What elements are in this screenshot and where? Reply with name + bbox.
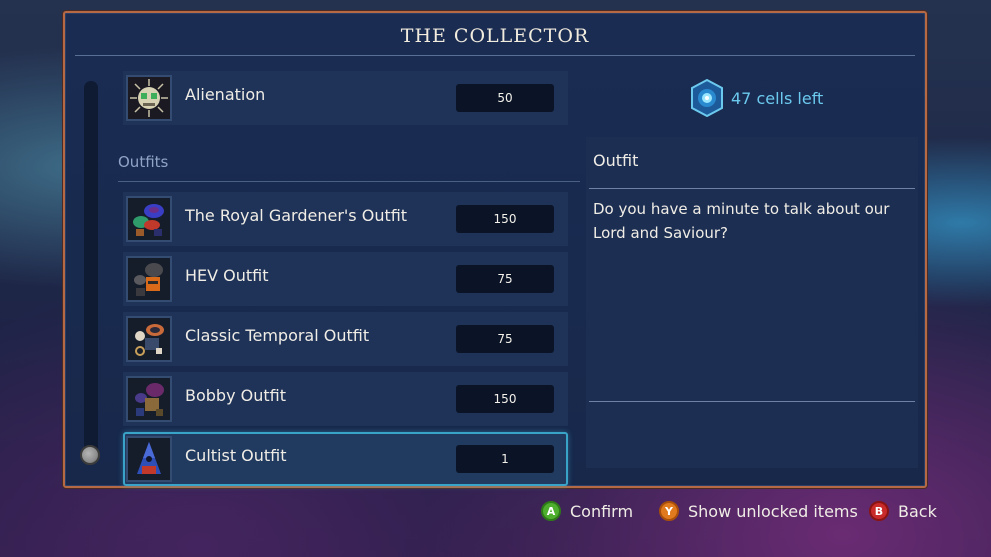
details-divider-top: [589, 188, 915, 189]
show-unlocked-hint[interactable]: Y Show unlocked items: [659, 499, 858, 523]
list-item-hev-outfit[interactable]: HEV Outfit 75: [123, 252, 568, 306]
list-item-alienation[interactable]: Alienation 50: [123, 71, 568, 125]
title-divider: [75, 55, 915, 56]
item-price: 75: [456, 265, 554, 293]
item-label: HEV Outfit: [185, 266, 269, 285]
window-title: THE COLLECTOR: [400, 25, 590, 47]
item-price: 75: [456, 325, 554, 353]
item-label: Classic Temporal Outfit: [185, 326, 370, 345]
item-price: 1: [456, 445, 554, 473]
details-divider-bottom: [589, 401, 915, 402]
item-price: 50: [456, 84, 554, 112]
section-header-outfits: Outfits: [118, 153, 580, 182]
scrollbar-thumb[interactable]: [80, 445, 100, 465]
cells-left-text: 47 cells left: [731, 89, 824, 108]
show-unlocked-label: Show unlocked items: [688, 501, 858, 521]
details-header: Outfit: [593, 151, 639, 170]
list-item-royal-gardener-outfit[interactable]: The Royal Gardener's Outfit 150: [123, 192, 568, 246]
classic-temporal-outfit-icon: [126, 316, 172, 362]
confirm-hint[interactable]: A Confirm: [541, 499, 633, 523]
b-button-icon: B: [869, 501, 889, 521]
item-label: The Royal Gardener's Outfit: [185, 206, 408, 225]
a-button-icon: A: [541, 501, 561, 521]
item-list: Alienation 50 Outfits The Royal Gardener…: [113, 59, 583, 486]
y-button-icon: Y: [659, 501, 679, 521]
item-price: 150: [456, 385, 554, 413]
section-label: Outfits: [118, 153, 169, 171]
royal-gardener-outfit-icon: [126, 196, 172, 242]
bobby-outfit-icon: [126, 376, 172, 422]
item-label: Cultist Outfit: [185, 446, 287, 465]
button-hints: A Confirm Y Show unlocked items B Back: [0, 499, 991, 525]
list-item-bobby-outfit[interactable]: Bobby Outfit 150: [123, 372, 568, 426]
list-item-classic-temporal-outfit[interactable]: Classic Temporal Outfit 75: [123, 312, 568, 366]
item-price: 150: [456, 205, 554, 233]
confirm-label: Confirm: [570, 501, 634, 521]
cultist-outfit-icon: [126, 436, 172, 482]
cell-orb-icon: [691, 79, 723, 117]
item-label: Alienation: [185, 85, 266, 104]
skull-portrait-icon: [126, 75, 172, 121]
back-label: Back: [898, 501, 937, 521]
item-details-panel: Outfit Do you have a minute to talk abou…: [586, 137, 918, 468]
list-item-cultist-outfit[interactable]: Cultist Outfit 1: [123, 432, 568, 486]
scrollbar-track[interactable]: [84, 81, 98, 463]
collector-window: THE COLLECTOR Alienation 50 Outfits The …: [63, 11, 927, 488]
hev-outfit-icon: [126, 256, 172, 302]
item-label: Bobby Outfit: [185, 386, 286, 405]
section-divider: [118, 181, 580, 182]
details-description: Do you have a minute to talk about our L…: [593, 200, 890, 242]
back-hint[interactable]: B Back: [869, 499, 937, 523]
